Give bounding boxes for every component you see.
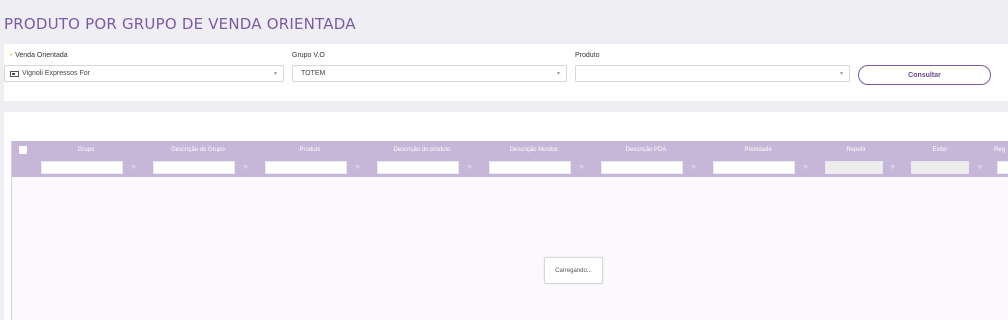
venda-orientada-label-text: Venda Orientada [15, 52, 68, 59]
column-header-produto[interactable]: Produto [266, 141, 354, 159]
filter-input-reg[interactable] [997, 161, 1008, 174]
filter-panel: • Venda Orientada Vignoli Expressos For ▾… [4, 44, 1008, 101]
data-grid: Grupo Descrição do Grupo Produto Descriç… [11, 141, 1008, 320]
grid-header: Grupo Descrição do Grupo Produto Descriç… [12, 141, 1008, 159]
column-header-descricao-pda[interactable]: Descrição PDA [602, 141, 690, 159]
filter-icon[interactable]: ▿ [692, 162, 696, 174]
filter-input-exibir[interactable] [911, 161, 969, 174]
filter-icon[interactable]: ▿ [978, 162, 982, 174]
consultar-button[interactable]: Consultar [858, 65, 991, 85]
filter-icon[interactable]: ▿ [244, 162, 248, 174]
filter-icon[interactable]: ▿ [356, 162, 360, 174]
venda-orientada-label: • Venda Orientada [10, 52, 68, 59]
column-header-reg[interactable]: Reg [994, 141, 1008, 159]
chevron-down-icon[interactable]: ▾ [840, 70, 843, 77]
id-card-icon [10, 70, 19, 77]
venda-orientada-select[interactable]: Vignoli Expressos For ▾ [4, 65, 284, 82]
filter-input-descricao-monitor[interactable] [489, 161, 571, 174]
filter-input-descricao-grupo[interactable] [153, 161, 235, 174]
grid-panel: Grupo Descrição do Grupo Produto Descriç… [4, 112, 1008, 320]
column-header-exibir[interactable]: Exibir [910, 141, 970, 159]
grupo-vo-select[interactable]: TOTEM ▾ [292, 65, 567, 82]
column-header-descricao-grupo[interactable]: Descrição do Grupo [154, 141, 242, 159]
column-header-repetir[interactable]: Repetir [826, 141, 886, 159]
column-header-grupo[interactable]: Grupo [42, 141, 130, 159]
chevron-down-icon[interactable]: ▾ [557, 70, 560, 77]
grid-filter-row: ▿ ▿ ▿ ▿ ▿ ▿ ▿ ▿ ▿ [12, 159, 1008, 177]
loading-indicator: Carregando... [544, 257, 603, 284]
column-header-descricao-produto[interactable]: Descrição do produto [378, 141, 466, 159]
produto-label: Produto [575, 52, 600, 59]
filter-icon[interactable]: ▿ [891, 162, 895, 174]
filter-icon[interactable]: ▿ [580, 162, 584, 174]
filter-icon[interactable]: ▿ [804, 162, 808, 174]
filter-input-repetir[interactable] [825, 161, 883, 174]
column-header-descricao-monitor[interactable]: Descrição Monitor [490, 141, 578, 159]
page-title: PRODUTO POR GRUPO DE VENDA ORIENTADA [4, 15, 356, 33]
grupo-vo-label: Grupo V.O [292, 52, 325, 59]
required-marker: • [10, 53, 13, 59]
filter-input-produto[interactable] [265, 161, 347, 174]
filter-input-prioridade[interactable] [713, 161, 795, 174]
venda-orientada-value: Vignoli Expressos For [22, 70, 90, 77]
filter-input-descricao-produto[interactable] [377, 161, 459, 174]
filter-icon[interactable]: ▿ [468, 162, 472, 174]
produto-select[interactable]: ▾ [575, 65, 850, 82]
grupo-vo-value: TOTEM [301, 70, 326, 77]
filter-input-grupo[interactable] [41, 161, 123, 174]
column-header-prioridade[interactable]: Prioridade [714, 141, 802, 159]
chevron-down-icon[interactable]: ▾ [274, 70, 277, 77]
filter-icon[interactable]: ▿ [132, 162, 136, 174]
filter-input-descricao-pda[interactable] [601, 161, 683, 174]
select-all-checkbox[interactable] [19, 146, 27, 154]
